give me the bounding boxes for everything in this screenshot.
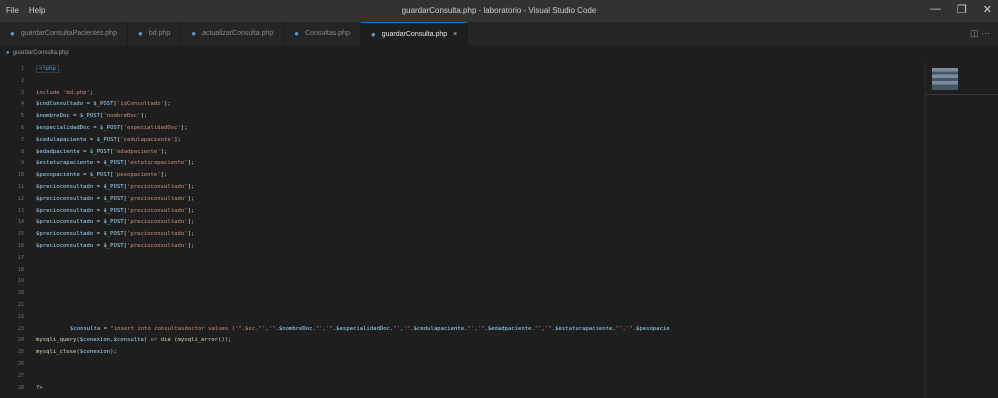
code-text[interactable]: $consulta = "insert into consultasdoctor…: [70, 324, 670, 334]
line-number: 24: [17, 337, 24, 344]
line-number: 22: [17, 313, 24, 320]
title-bar: File Help guardarConsulta.php - laborato…: [0, 0, 998, 22]
line-number: 8: [20, 148, 24, 155]
maximize-button[interactable]: ❐: [957, 3, 967, 16]
editor-tabs: ● guardarConsultaPacientes.php ● bd.php …: [0, 22, 998, 47]
line-number: 18: [17, 266, 24, 273]
tab-actualizarconsulta[interactable]: ● actualizarConsulta.php: [181, 22, 285, 46]
breadcrumb[interactable]: ● guardarConsulta.php: [0, 46, 998, 60]
line-number: 9: [20, 160, 24, 167]
close-button[interactable]: ✕: [983, 3, 992, 16]
minimize-button[interactable]: —: [930, 3, 941, 16]
tab-label: Consultas.php: [305, 30, 350, 37]
code-text[interactable]: $codConsultado = $_POST['idConsultado'];: [36, 99, 171, 109]
window-controls: — ❐ ✕: [930, 3, 992, 16]
code-text[interactable]: $especialidadDoc = $_POST['especialidadD…: [36, 123, 188, 133]
line-number: 2: [20, 77, 24, 84]
line-number: 20: [17, 290, 24, 297]
line-number: 15: [17, 231, 24, 238]
code-text[interactable]: $cedulapaciente = $_POST['cedulapaciente…: [36, 135, 181, 145]
code-text[interactable]: mysqli_close($conexion);: [36, 347, 117, 357]
line-number: 28: [17, 384, 24, 391]
php-file-icon: ●: [370, 30, 376, 39]
code-text[interactable]: $precioconsultado = $_POST['precioconsul…: [36, 241, 194, 251]
code-text[interactable]: $precioconsultado = $_POST['precioconsul…: [36, 217, 194, 227]
code-text[interactable]: $pesopaciente = $_POST['pesopaciente'];: [36, 170, 167, 180]
tab-bd[interactable]: ● bd.php: [128, 22, 182, 46]
tab-consultas[interactable]: ● Consultas.php: [284, 22, 361, 46]
php-file-icon: ●: [6, 50, 10, 56]
code-text[interactable]: include 'bd.php';: [36, 88, 93, 98]
line-number: 27: [17, 372, 24, 379]
split-editor-icon[interactable]: ◫ ···: [970, 28, 990, 39]
minimap-slider[interactable]: [926, 94, 998, 95]
code-text[interactable]: mysqli_query($conexion,$consulta) or die…: [36, 335, 231, 345]
code-text[interactable]: $precioconsultado = $_POST['precioconsul…: [36, 182, 194, 192]
code-text[interactable]: $edadpaciente = $_POST['edadpaciente'];: [36, 147, 167, 157]
tab-guardarconsulta[interactable]: ● guardarConsulta.php ×: [360, 22, 469, 47]
breadcrumb-file[interactable]: guardarConsulta.php: [13, 50, 69, 56]
tab-label: actualizarConsulta.php: [202, 30, 274, 37]
code-text[interactable]: $precioconsultado = $_POST['precioconsul…: [36, 194, 194, 204]
tab-guardarconsultapacientes[interactable]: ● guardarConsultaPacientes.php: [0, 22, 128, 46]
code-text[interactable]: ?>: [36, 383, 43, 393]
php-file-icon: ●: [10, 29, 15, 38]
code-text[interactable]: $estaturapaciente = $_POST['estaturapaci…: [36, 158, 194, 168]
tab-label: guardarConsultaPacientes.php: [20, 30, 117, 37]
code-text[interactable]: $precioconsultado = $_POST['precioconsul…: [36, 206, 194, 216]
line-number: 5: [20, 113, 24, 120]
line-number: 7: [20, 136, 24, 143]
tab-close-icon[interactable]: ×: [453, 23, 457, 47]
line-number: 6: [20, 125, 24, 131]
tab-label: guardarConsulta.php: [381, 31, 448, 38]
tab-label: bd.php: [148, 30, 171, 37]
php-file-icon: ●: [137, 29, 143, 38]
line-number: 25: [17, 349, 24, 356]
minimap[interactable]: [925, 60, 998, 398]
window-title: guardarConsulta.php - laboratorio - Visu…: [401, 6, 597, 15]
line-number: 11: [17, 184, 24, 190]
line-number: 10: [17, 172, 24, 179]
line-number: 1: [20, 66, 24, 72]
line-number: 23: [17, 325, 24, 332]
line-number: 17: [17, 254, 24, 261]
line-number: 21: [17, 302, 24, 308]
line-number: 4: [20, 101, 24, 108]
code-text[interactable]: <?php: [36, 64, 59, 74]
line-number: 26: [17, 361, 24, 367]
minimap-preview: [932, 68, 958, 90]
code-editor[interactable]: 1 <?php 2 3 include 'bd.php'; 4 $codConsultado…: [0, 60, 925, 398]
line-number: 16: [17, 243, 24, 249]
line-number: 14: [17, 219, 24, 226]
line-number: 19: [17, 278, 24, 285]
code-text[interactable]: $precioconsultado = $_POST['precioconsul…: [36, 229, 194, 239]
php-file-icon: ●: [191, 29, 197, 38]
line-number: 12: [17, 195, 24, 202]
line-number: 3: [20, 89, 24, 96]
php-file-icon: ●: [294, 29, 300, 38]
line-number: 13: [17, 207, 24, 214]
code-text[interactable]: $nombreDoc = $_POST['nombreDoc'];: [36, 111, 147, 121]
